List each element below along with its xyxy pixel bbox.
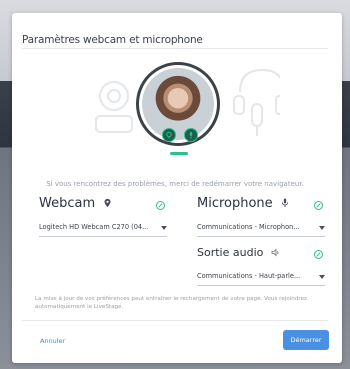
audio-output-select-value: Communications - Haut-parle... <box>197 272 301 280</box>
webcam-toggle-button[interactable] <box>162 128 176 142</box>
user-video <box>142 68 214 140</box>
title-divider <box>22 48 328 49</box>
webcam-select[interactable]: Logitech HD Webcam C270 (04... <box>39 223 167 237</box>
microphone-icon <box>281 198 288 207</box>
audio-output-heading: Sortie audio <box>197 246 280 259</box>
webcam-select-value: Logitech HD Webcam C270 (04... <box>39 223 149 231</box>
reload-hint: La mise à jour de vos préférences peut e… <box>35 296 307 310</box>
location-pin-icon <box>104 198 111 208</box>
start-button[interactable]: Démarrer <box>283 330 329 350</box>
chevron-down-icon <box>161 226 167 230</box>
microphone-heading-label: Microphone <box>197 196 273 211</box>
troubleshoot-notice: Si vous rencontrez des problèmes, merci … <box>46 180 304 188</box>
microphone-toggle-button[interactable] <box>184 128 198 142</box>
cancel-button[interactable]: Annuler <box>40 337 65 345</box>
speaker-wave-icon <box>271 248 279 257</box>
webcam-icon <box>166 131 172 139</box>
microphone-select[interactable]: Communications - Microphon... <box>197 223 325 237</box>
microphone-ok-icon <box>314 201 323 210</box>
microphone-heading: Microphone <box>197 196 289 211</box>
webcam-heading: Webcam <box>39 196 112 211</box>
webcam-ok-icon <box>156 201 165 210</box>
chevron-down-icon <box>319 275 325 279</box>
microphone-select-value: Communications - Microphon... <box>197 223 300 231</box>
audio-output-heading-label: Sortie audio <box>197 246 264 259</box>
webcam-heading-label: Webcam <box>39 196 96 211</box>
microphone-icon <box>189 132 193 139</box>
audio-output-select[interactable]: Communications - Haut-parle... <box>197 272 325 286</box>
audio-level-indicator <box>170 152 188 155</box>
footer-divider <box>22 320 328 321</box>
modal-title: Paramètres webcam et microphone <box>22 34 203 46</box>
camera-preview <box>136 62 220 146</box>
audio-output-ok-icon <box>314 250 323 259</box>
chevron-down-icon <box>319 226 325 230</box>
